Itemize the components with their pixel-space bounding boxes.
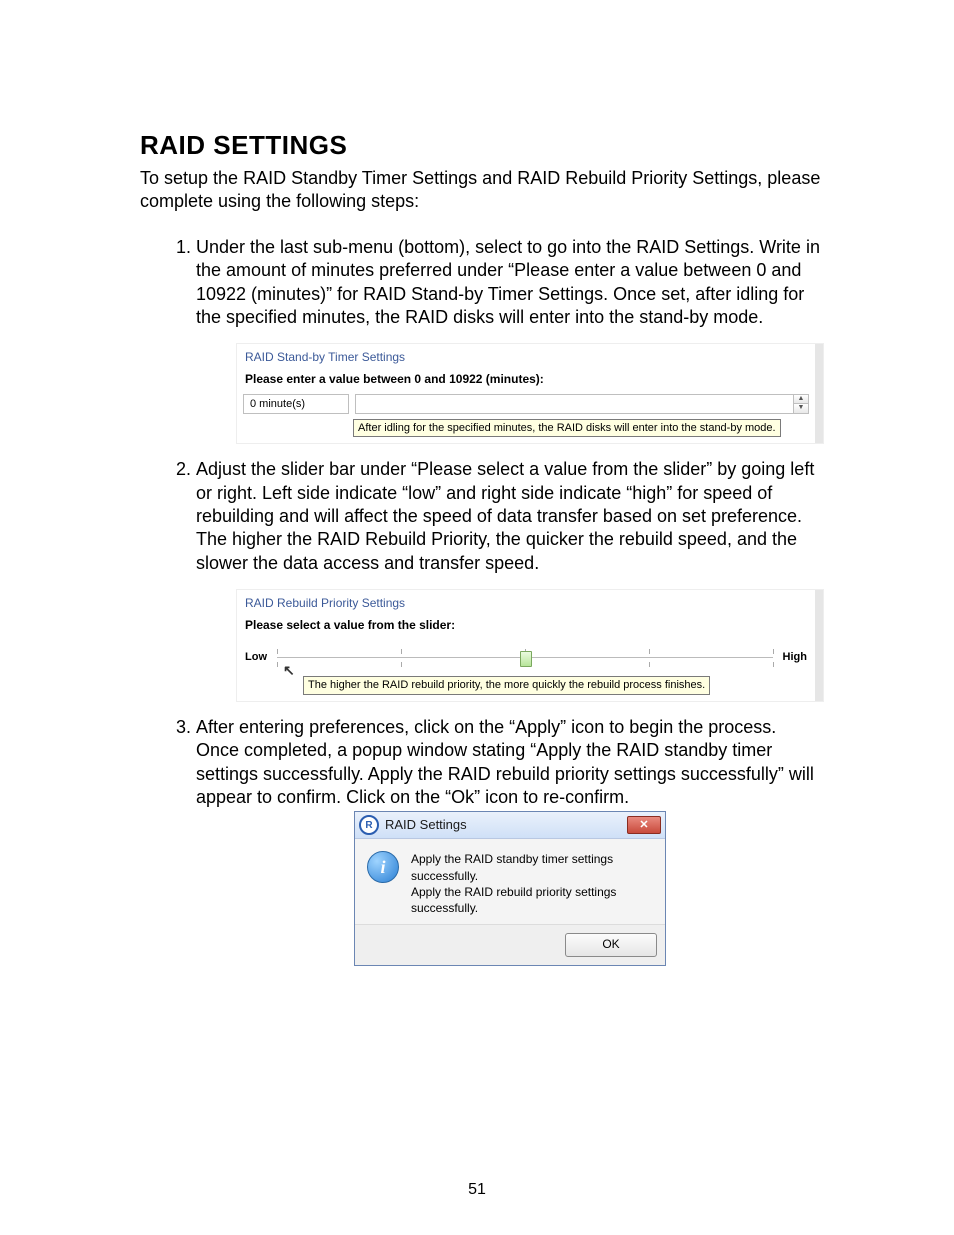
rebuild-tooltip: The higher the RAID rebuild priority, th… <box>303 676 710 694</box>
slider-thumb[interactable] <box>520 651 532 667</box>
standby-minutes-spinner[interactable]: ▲ ▼ <box>355 394 809 414</box>
dialog-title-text: RAID Settings <box>385 817 627 834</box>
standby-panel-title: RAID Stand-by Timer Settings <box>243 348 809 370</box>
slider-low-label: Low <box>245 650 267 664</box>
dialog-message: Apply the RAID standby timer settings su… <box>411 851 653 916</box>
raid-settings-dialog: R RAID Settings ✕ i Apply the RAID stand… <box>354 811 666 965</box>
cursor-arrow-icon: ↖ <box>283 661 295 679</box>
standby-tooltip: After idling for the specified minutes, … <box>353 419 781 437</box>
page-heading: RAID SETTINGS <box>140 130 824 161</box>
dialog-titlebar: R RAID Settings ✕ <box>355 812 665 839</box>
spinner-down-icon[interactable]: ▼ <box>794 404 808 413</box>
step-1: Under the last sub-menu (bottom), select… <box>196 236 824 444</box>
spinner-value <box>356 395 793 413</box>
app-icon: R <box>359 815 379 835</box>
step-2-text: Adjust the slider bar under “Please sele… <box>196 459 814 573</box>
step-1-text: Under the last sub-menu (bottom), select… <box>196 237 820 327</box>
close-icon: ✕ <box>639 818 648 832</box>
dialog-message-line1: Apply the RAID standby timer settings su… <box>411 851 653 883</box>
step-3: After entering preferences, click on the… <box>196 716 824 966</box>
standby-panel-label: Please enter a value between 0 and 10922… <box>243 370 809 394</box>
step-2: Adjust the slider bar under “Please sele… <box>196 458 824 702</box>
steps-list: Under the last sub-menu (bottom), select… <box>140 236 824 966</box>
rebuild-priority-screenshot: RAID Rebuild Priority Settings Please se… <box>236 589 824 702</box>
rebuild-priority-slider[interactable]: ↖ <box>277 643 773 671</box>
standby-minutes-display: 0 minute(s) <box>243 394 349 414</box>
dialog-message-line2: Apply the RAID rebuild priority settings… <box>411 884 653 916</box>
step-3-text: After entering preferences, click on the… <box>196 717 814 807</box>
rebuild-panel-title: RAID Rebuild Priority Settings <box>243 594 809 616</box>
page-number: 51 <box>0 1181 954 1199</box>
standby-timer-screenshot: RAID Stand-by Timer Settings Please ente… <box>236 343 824 444</box>
ok-button[interactable]: OK <box>565 933 657 957</box>
rebuild-panel-label: Please select a value from the slider: <box>243 616 809 640</box>
spinner-up-icon[interactable]: ▲ <box>794 395 808 405</box>
slider-high-label: High <box>783 650 807 664</box>
info-icon: i <box>367 851 399 883</box>
intro-text: To setup the RAID Standby Timer Settings… <box>140 167 824 214</box>
close-button[interactable]: ✕ <box>627 816 661 834</box>
